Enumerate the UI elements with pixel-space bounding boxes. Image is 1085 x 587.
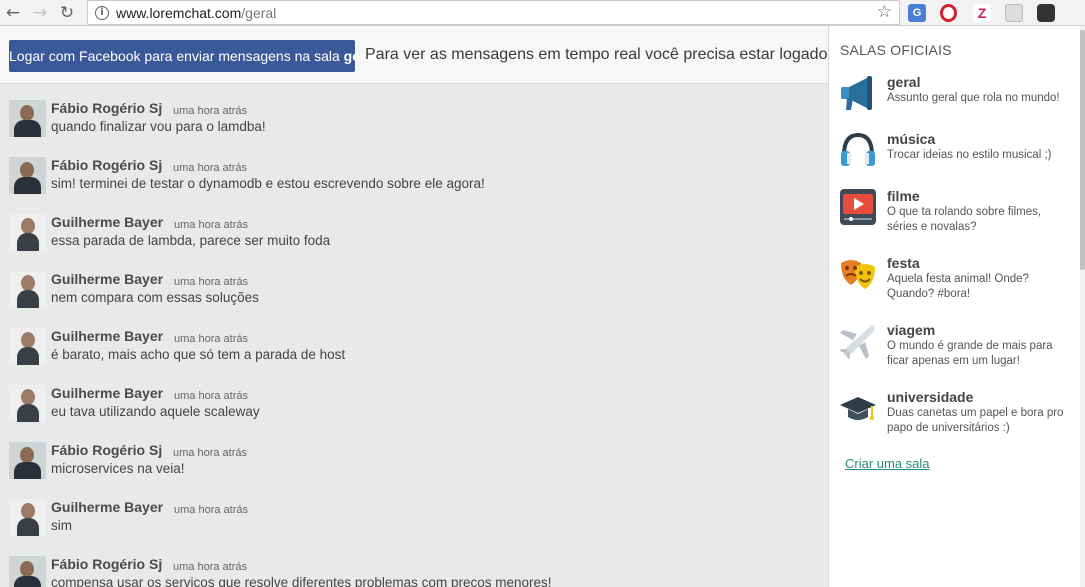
back-arrow-icon[interactable]: ←	[3, 3, 23, 23]
room-description: Assunto geral que rola no mundo!	[887, 92, 1060, 104]
forward-arrow-icon[interactable]: →	[30, 3, 50, 23]
theater-masks-icon	[841, 260, 875, 289]
facebook-login-button[interactable]: Logar com Facebook para enviar mensagens…	[9, 40, 377, 72]
avatar[interactable]	[9, 100, 46, 137]
opera-icon[interactable]	[940, 4, 957, 22]
room-name: festa	[887, 255, 920, 271]
message-item: Guilherme Bayer uma hora atrás essa parada…	[0, 198, 828, 255]
bookmark-star-icon[interactable]: ☆	[877, 2, 892, 22]
message-item: Guilherme Bayer uma hora atrás nem compara…	[0, 255, 828, 312]
sidebar-title: SALAS OFICIAIS	[840, 42, 952, 58]
create-room-link[interactable]: Criar uma sala	[845, 456, 930, 471]
room-name: geral	[887, 74, 921, 90]
room-item-festa[interactable]: festa Aquela festa animal! Onde? Quando?…	[829, 255, 1074, 305]
rooms-sidebar: SALAS OFICIAIS geral Assunto geral que r…	[828, 26, 1085, 587]
room-name: universidade	[887, 389, 974, 405]
message-text: nem compara com essas soluções	[51, 290, 259, 305]
room-item-viagem[interactable]: viagem O mundo é grande de mais para fic…	[829, 322, 1074, 372]
message-item: Guilherme Bayer uma hora atrás eu tava uti…	[0, 369, 828, 426]
avatar[interactable]	[9, 214, 46, 251]
message-text: microservices na veia!	[51, 461, 185, 476]
message-text: quando finalizar vou para o lamdba!	[51, 119, 266, 134]
headphones-icon	[841, 132, 875, 166]
room-item-musica[interactable]: música Trocar ideias no estilo musical ;…	[829, 131, 1074, 171]
avatar[interactable]	[9, 328, 46, 365]
message-author: Guilherme Bayer	[51, 214, 164, 230]
avatar[interactable]	[9, 499, 46, 536]
room-name: viagem	[887, 322, 936, 338]
room-name: música	[887, 131, 936, 147]
message-item: Guilherme Bayer uma hora atrás sim	[0, 483, 828, 540]
message-timestamp: uma hora atrás	[174, 276, 248, 288]
message-author: Guilherme Bayer	[51, 385, 164, 401]
scrollbar-thumb[interactable]	[1080, 30, 1085, 270]
room-description: Duas canetas um papel e bora pro papo de…	[887, 407, 1064, 434]
message-item: Guilherme Bayer uma hora atrás é barato, m…	[0, 312, 828, 369]
message-text: eu tava utilizando aquele scaleway	[51, 404, 260, 419]
url-path: /geral	[241, 5, 277, 21]
login-button-prefix: Logar com Facebook para enviar mensagens…	[9, 48, 344, 64]
message-item: Fábio Rogério Sj uma hora atrás quando fin…	[0, 84, 828, 141]
airplane-icon	[840, 325, 875, 359]
message-timestamp: uma hora atrás	[173, 105, 247, 117]
avatar[interactable]	[9, 442, 46, 479]
address-bar[interactable]: i www.loremchat.com/geral ☆	[87, 0, 900, 25]
message-text: essa parada de lambda, parece ser muito …	[51, 233, 331, 248]
room-item-geral[interactable]: geral Assunto geral que rola no mundo!	[829, 60, 1085, 120]
room-name: filme	[887, 188, 920, 204]
room-description: Aquela festa animal! Onde? Quando? #bora…	[887, 273, 1029, 300]
message-timestamp: uma hora atrás	[173, 561, 247, 573]
reload-icon[interactable]: ↻	[57, 3, 77, 23]
message-timestamp: uma hora atrás	[174, 333, 248, 345]
graduation-cap-icon	[840, 397, 876, 420]
zotero-icon[interactable]: Z	[973, 4, 991, 22]
message-author: Fábio Rogério Sj	[51, 442, 163, 458]
message-timestamp: uma hora atrás	[174, 390, 248, 402]
room-item-universidade[interactable]: universidade Duas canetas um papel e bor…	[829, 389, 1074, 439]
message-text: sim! terminei de testar o dynamodb e est…	[51, 176, 485, 191]
message-author: Fábio Rogério Sj	[51, 100, 163, 116]
browser-toolbar: ← → ↻ i www.loremchat.com/geral ☆ G Z	[0, 0, 1085, 26]
message-timestamp: uma hora atrás	[174, 219, 248, 231]
login-bar: Logar com Facebook para enviar mensagens…	[0, 26, 832, 84]
message-list: Fábio Rogério Sj uma hora atrás quando fin…	[0, 84, 828, 587]
message-timestamp: uma hora atrás	[173, 162, 247, 174]
message-item: Fábio Rogério Sj uma hora atrás microservi…	[0, 426, 828, 483]
message-timestamp: uma hora atrás	[173, 447, 247, 459]
message-text: compensa usar os serviços que resolve di…	[51, 575, 552, 587]
sidebar-scrollbar[interactable]	[1080, 26, 1085, 587]
extension-grid-icon[interactable]	[1005, 4, 1023, 22]
message-author: Guilherme Bayer	[51, 499, 164, 515]
message-author: Guilherme Bayer	[51, 271, 164, 287]
url-domain: www.loremchat.com	[116, 5, 242, 21]
room-item-filme[interactable]: filme O que ta rolando sobre filmes, sér…	[829, 188, 1074, 238]
message-author: Fábio Rogério Sj	[51, 556, 163, 572]
message-timestamp: uma hora atrás	[174, 504, 248, 516]
message-author: Guilherme Bayer	[51, 328, 164, 344]
message-item: Fábio Rogério Sj uma hora atrás sim! termi…	[0, 141, 828, 198]
login-notice: Para ver as mensagens em tempo real você…	[365, 46, 832, 63]
megaphone-icon	[841, 76, 872, 110]
avatar[interactable]	[9, 157, 46, 194]
info-icon[interactable]: i	[95, 6, 109, 20]
message-text: é barato, mais acho que só tem a parada …	[51, 347, 346, 362]
avatar[interactable]	[9, 556, 46, 587]
video-player-icon	[840, 189, 876, 225]
avatar[interactable]	[9, 271, 46, 308]
avatar[interactable]	[9, 385, 46, 422]
room-description: O mundo é grande de mais para ficar apen…	[887, 340, 1053, 367]
url-text[interactable]: www.loremchat.com/geral	[116, 5, 276, 21]
chat-area: Logar com Facebook para enviar mensagens…	[0, 26, 832, 587]
room-description: O que ta rolando sobre filmes, séries e …	[887, 206, 1042, 233]
message-text: sim	[51, 518, 72, 533]
incognito-icon[interactable]	[1037, 4, 1055, 22]
message-author: Fábio Rogério Sj	[51, 157, 163, 173]
message-item: Fábio Rogério Sj uma hora atrás compensa u…	[0, 540, 828, 587]
room-description: Trocar ideias no estilo musical ;)	[887, 149, 1052, 161]
translate-icon[interactable]: G	[908, 4, 926, 22]
